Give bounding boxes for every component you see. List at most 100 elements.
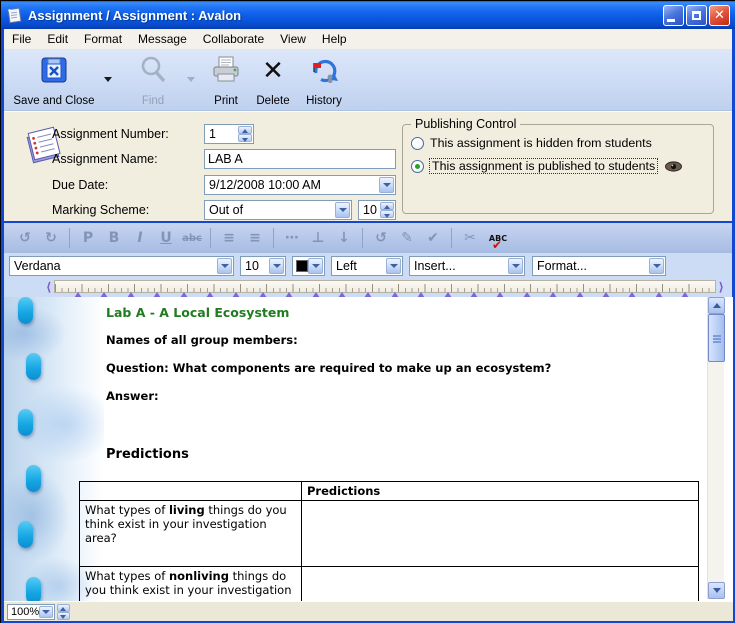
- hidden-option-row[interactable]: This assignment is hidden from students: [411, 135, 652, 151]
- spin-down-icon[interactable]: [238, 134, 252, 142]
- answer-line: Answer:: [106, 389, 159, 403]
- menu-format[interactable]: Format: [76, 30, 130, 48]
- find-label: Find: [142, 95, 164, 107]
- answer-cell[interactable]: [302, 501, 699, 567]
- zoom-dropdown[interactable]: 100%: [7, 604, 55, 620]
- marking-scheme-value: Out of: [209, 201, 243, 219]
- names-line: Names of all group members:: [106, 333, 298, 347]
- answer-cell[interactable]: [302, 567, 699, 602]
- maximize-icon: [692, 11, 701, 20]
- chevron-down-icon[interactable]: [386, 258, 401, 274]
- undo-icon: ↺: [12, 230, 38, 246]
- thumb-grip: [713, 335, 721, 337]
- binding-ring: [26, 465, 41, 492]
- underline-icon: U: [153, 230, 179, 246]
- menu-file[interactable]: File: [4, 30, 39, 48]
- menu-view[interactable]: View: [272, 30, 314, 48]
- table-row: What types of living things do you think…: [80, 501, 699, 567]
- ruler-left-marker-icon: ⟨: [46, 280, 51, 294]
- question-cell-nonliving: What types of nonliving things do you th…: [80, 567, 302, 602]
- binding-ring: [18, 297, 33, 324]
- zoom-spinner[interactable]: [57, 604, 70, 620]
- due-date-value: 9/12/2008 10:00 AM: [209, 176, 321, 194]
- font-color-dropdown[interactable]: [292, 256, 325, 276]
- insert-dropdown[interactable]: Insert...: [409, 256, 525, 276]
- binding-ring: [26, 577, 41, 601]
- spin-up-icon[interactable]: [238, 126, 252, 134]
- alignment-dropdown[interactable]: Left: [331, 256, 403, 276]
- marking-scheme-label: Marking Scheme:: [52, 200, 149, 220]
- scrollbar-thumb[interactable]: [708, 314, 725, 362]
- radio-checked-icon[interactable]: [411, 160, 424, 173]
- assignment-name-input[interactable]: [204, 149, 396, 169]
- menu-help[interactable]: Help: [314, 30, 355, 48]
- predictions-table: Predictions What types of living things …: [79, 481, 699, 601]
- due-date-label: Due Date:: [52, 175, 108, 195]
- edit-pencil-icon: ✎: [394, 230, 420, 246]
- marking-scheme-dropdown[interactable]: Out of: [204, 200, 352, 220]
- chevron-down-icon[interactable]: [308, 258, 323, 274]
- close-button[interactable]: ✕: [709, 5, 730, 26]
- signature-icon: ✂: [457, 230, 483, 246]
- menu-collaborate[interactable]: Collaborate: [195, 30, 272, 48]
- marking-points-spinner[interactable]: 10: [358, 200, 396, 220]
- binding-ring: [26, 353, 41, 380]
- hidden-option-label[interactable]: This assignment is hidden from students: [430, 136, 652, 150]
- increase-indent-icon: ≡: [216, 230, 242, 246]
- delete-label: Delete: [256, 95, 289, 107]
- assignment-form: Assignment Number: 1 Assignment Name: Du…: [4, 111, 732, 221]
- minimize-button[interactable]: [663, 5, 684, 26]
- maximize-button[interactable]: [686, 5, 707, 26]
- chevron-down-icon: [713, 588, 721, 593]
- spellcheck-check-icon: ✔: [492, 240, 502, 250]
- due-date-dropdown[interactable]: 9/12/2008 10:00 AM: [204, 175, 396, 195]
- print-button[interactable]: Print: [204, 55, 248, 107]
- chevron-down-icon[interactable]: [508, 258, 523, 274]
- font-family-dropdown[interactable]: Verdana: [9, 256, 234, 276]
- delete-button[interactable]: ✕ Delete: [250, 55, 296, 107]
- radio-unchecked-icon[interactable]: [411, 137, 424, 150]
- font-size-value: 10: [245, 257, 259, 275]
- chevron-down-icon[interactable]: [379, 177, 394, 193]
- chevron-down-icon[interactable]: [269, 258, 284, 274]
- scroll-up-button[interactable]: [708, 297, 725, 314]
- format-toolbar: ↺ ↻ P B I U abc ≡ ≡ ⋯ ⊥ ↓ ↺ ✎ ✔ ✂ ABC ✔: [4, 223, 732, 253]
- eye-icon: [665, 161, 682, 172]
- published-option-row[interactable]: This assignment is published to students: [411, 158, 682, 174]
- ruler-row: ⟨ ⟩: [4, 279, 732, 297]
- save-dropdown-arrow-icon[interactable]: [104, 77, 112, 82]
- font-family-value: Verdana: [14, 257, 61, 275]
- publishing-control-legend: Publishing Control: [411, 117, 520, 131]
- margin-icon: ⊥: [305, 230, 331, 246]
- save-icon: [39, 55, 69, 85]
- tab-stops-icon: ⋯: [279, 230, 305, 246]
- spellcheck-icon[interactable]: ABC ✔: [483, 232, 513, 244]
- table-row: What types of nonliving things do you th…: [80, 567, 699, 602]
- app-icon: [6, 7, 23, 24]
- spin-down-icon[interactable]: [57, 612, 70, 620]
- assignment-number-spinner[interactable]: 1: [204, 124, 254, 144]
- font-size-dropdown[interactable]: 10: [240, 256, 286, 276]
- document-editor[interactable]: Lab A - A Local Ecosystem Names of all g…: [4, 297, 733, 601]
- application-window: Assignment / Assignment : Avalon ✕ File …: [0, 0, 735, 623]
- chevron-down-icon[interactable]: [649, 258, 664, 274]
- spin-up-icon[interactable]: [380, 202, 394, 210]
- scroll-down-button[interactable]: [708, 582, 725, 599]
- history-button[interactable]: History: [298, 55, 350, 107]
- chevron-down-icon[interactable]: [335, 202, 350, 218]
- save-and-close-button[interactable]: Save and Close: [6, 55, 102, 107]
- format-dropdown[interactable]: Format...: [532, 256, 666, 276]
- refresh-icon: ↺: [368, 230, 394, 246]
- alignment-value: Left: [336, 257, 357, 275]
- menu-message[interactable]: Message: [130, 30, 195, 48]
- chevron-down-icon[interactable]: [39, 606, 53, 618]
- vertical-scrollbar[interactable]: [707, 297, 724, 599]
- ruler-right-marker-icon: ⟩: [719, 280, 724, 294]
- menu-edit[interactable]: Edit: [39, 30, 76, 48]
- print-label: Print: [214, 95, 238, 107]
- decrease-indent-icon: ≡: [242, 230, 268, 246]
- chevron-down-icon[interactable]: [217, 258, 232, 274]
- spin-up-icon[interactable]: [57, 604, 70, 612]
- published-option-label[interactable]: This assignment is published to students: [430, 159, 657, 173]
- spin-down-icon[interactable]: [380, 210, 394, 218]
